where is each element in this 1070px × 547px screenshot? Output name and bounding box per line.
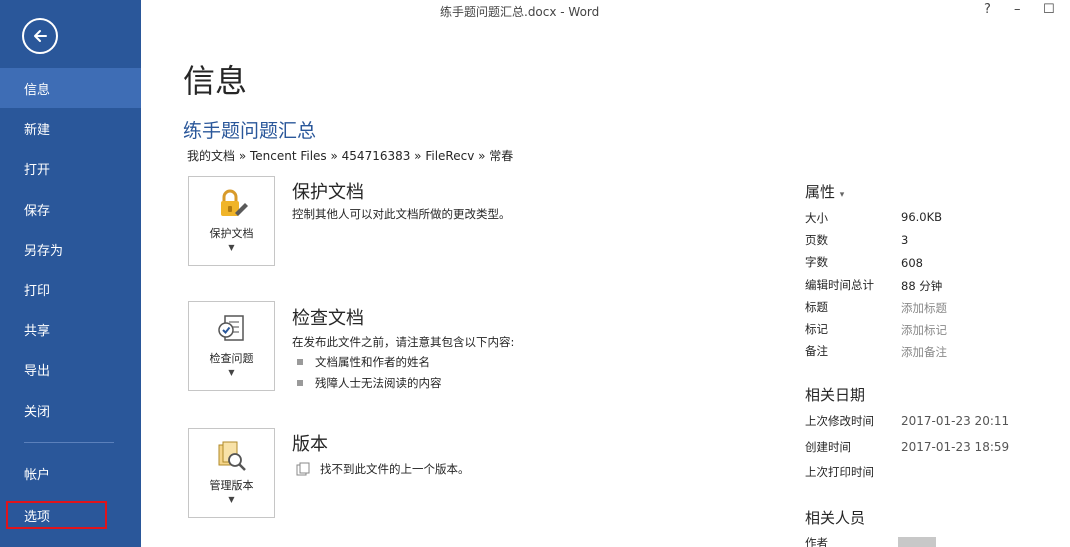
protect-button-label: 保护文档 [209, 227, 254, 240]
prop-label-pages: 页数 [805, 233, 828, 247]
add-comments-field[interactable]: 添加备注 [901, 344, 947, 360]
chevron-down-icon: ▼ [228, 495, 235, 504]
manage-versions-button-label: 管理版本 [209, 479, 254, 492]
page-title: 信息 [183, 62, 248, 100]
sidebar-item-close[interactable]: 关闭 [0, 390, 141, 430]
related-people-heading: 相关人员 [805, 509, 866, 527]
protect-document-button[interactable]: 保护文档 ▼ [188, 176, 275, 266]
prop-label-created: 创建时间 [805, 440, 851, 454]
prop-label-size: 大小 [805, 211, 828, 225]
prop-label-edit-time: 编辑时间总计 [805, 278, 874, 292]
check-issues-button[interactable]: 检查问题 ▼ [188, 301, 275, 391]
prop-label-comments: 备注 [805, 344, 828, 358]
inspect-bullet: 文档属性和作者的姓名 [297, 354, 430, 370]
bullet-square-icon [297, 380, 303, 386]
prop-value-edit-time: 88 分钟 [901, 279, 943, 293]
prop-label-title: 标题 [805, 300, 828, 314]
versions-heading: 版本 [292, 434, 328, 455]
properties-dropdown[interactable]: 属性 ▾ [805, 181, 844, 202]
properties-heading: 属性 [805, 183, 836, 201]
sidebar-item-account[interactable]: 帐户 [0, 453, 141, 493]
prop-label-tags: 标记 [805, 322, 828, 336]
manage-versions-button[interactable]: 管理版本 ▼ [188, 428, 275, 518]
prop-label-modified: 上次修改时间 [805, 414, 874, 428]
protect-description: 控制其他人可以对此文档所做的更改类型。 [292, 207, 511, 221]
check-issues-button-label: 检查问题 [209, 352, 254, 365]
prop-value-words: 608 [901, 256, 923, 270]
chevron-down-icon: ▼ [228, 368, 235, 377]
help-button[interactable]: ? [984, 2, 991, 17]
sidebar-item-new[interactable]: 新建 [0, 108, 141, 148]
bullet-text: 残障人士无法阅读的内容 [315, 376, 442, 390]
lock-key-icon [220, 189, 248, 216]
versions-description: 找不到此文件的上一个版本。 [320, 462, 470, 476]
prop-value-modified: 2017-01-23 20:11 [901, 414, 1010, 428]
prop-label-words: 字数 [805, 255, 828, 269]
related-dates-heading: 相关日期 [805, 386, 866, 404]
document-title: 练手题问题汇总 [183, 120, 317, 142]
sidebar-item-share[interactable]: 共享 [0, 309, 141, 349]
sidebar-divider [24, 442, 114, 443]
protect-heading: 保护文档 [292, 182, 364, 203]
prop-label-author: 作者 [805, 536, 828, 547]
prop-value-size: 96.0KB [901, 210, 943, 224]
chevron-down-icon: ▼ [228, 243, 235, 252]
prop-value-pages: 3 [901, 233, 909, 247]
inspect-description: 在发布此文件之前，请注意其包含以下内容: [292, 335, 515, 349]
prop-label-printed: 上次打印时间 [805, 465, 874, 479]
inspect-document-icon [217, 315, 244, 341]
sidebar-item-save[interactable]: 保存 [0, 189, 141, 229]
chevron-down-icon: ▾ [839, 190, 845, 200]
sidebar-item-print[interactable]: 打印 [0, 269, 141, 309]
backstage-sidebar: 信息 新建 打开 保存 另存为 打印 共享 导出 关闭 帐户 选项 [0, 0, 141, 547]
sidebar-item-save-as[interactable]: 另存为 [0, 229, 141, 269]
versions-status: 找不到此文件的上一个版本。 [296, 461, 470, 477]
sidebar-item-open[interactable]: 打开 [0, 148, 141, 188]
inspect-heading: 检查文档 [292, 308, 364, 329]
inspect-bullet: 残障人士无法阅读的内容 [297, 375, 442, 391]
bullet-square-icon [297, 359, 303, 365]
back-arrow-icon [34, 30, 47, 42]
versions-icon [218, 441, 246, 471]
sidebar-item-export[interactable]: 导出 [0, 349, 141, 389]
bullet-text: 文档属性和作者的姓名 [315, 355, 430, 369]
sidebar-item-options[interactable]: 选项 [6, 501, 107, 529]
author-avatar[interactable] [898, 537, 936, 547]
window-title: 练手题问题汇总.docx - Word [440, 5, 600, 19]
add-title-field[interactable]: 添加标题 [901, 300, 947, 316]
back-button[interactable] [22, 18, 58, 54]
sidebar-item-info[interactable]: 信息 [0, 68, 141, 108]
breadcrumb[interactable]: 我的文档 » Tencent Files » 454716383 » FileR… [187, 147, 513, 164]
no-version-icon [296, 462, 310, 476]
maximize-button[interactable]: ☐ [1043, 2, 1055, 17]
add-tags-field[interactable]: 添加标记 [901, 322, 947, 338]
minimize-button[interactable]: – [1014, 2, 1021, 17]
prop-value-created: 2017-01-23 18:59 [901, 440, 1010, 454]
